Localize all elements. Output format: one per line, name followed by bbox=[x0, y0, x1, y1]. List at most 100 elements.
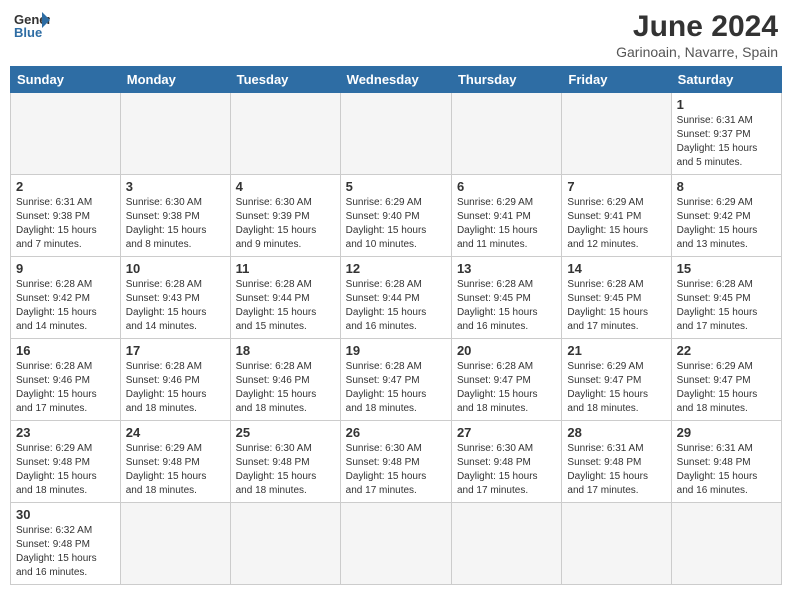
week-row-5: 23Sunrise: 6:29 AM Sunset: 9:48 PM Dayli… bbox=[11, 421, 782, 503]
page-header: General Blue June 2024 Garinoain, Navarr… bbox=[10, 10, 782, 60]
day-number: 13 bbox=[457, 261, 556, 276]
calendar-cell: 18 Sunrise: 6:28 AM Sunset: 9:46 PM Dayli… bbox=[230, 339, 340, 421]
day-info: Sunrise: 6:29 AM Sunset: 9:47 PM Dayligh… bbox=[567, 360, 665, 416]
day-number: 3 bbox=[126, 179, 225, 194]
calendar-cell: 3Sunrise: 6:30 AM Sunset: 9:38 PM Daylig… bbox=[120, 175, 230, 257]
day-info: Sunrise: 6:31 AM Sunset: 9:38 PM Dayligh… bbox=[16, 196, 115, 252]
day-info: Sunrise: 6:29 AM Sunset: 9:42 PM Dayligh… bbox=[677, 196, 776, 252]
calendar-cell: 21 Sunrise: 6:29 AM Sunset: 9:47 PM Dayli… bbox=[562, 339, 671, 421]
day-info: Sunrise: 6:28 AM Sunset: 9:45 PM Dayligh… bbox=[567, 278, 665, 334]
calendar-cell: 25Sunrise: 6:30 AM Sunset: 9:48 PM Dayli… bbox=[230, 421, 340, 503]
calendar-cell bbox=[120, 503, 230, 585]
weekday-header-wednesday: Wednesday bbox=[340, 67, 451, 93]
weekday-header-sunday: Sunday bbox=[11, 67, 121, 93]
day-number: 12 bbox=[346, 261, 446, 276]
day-number: 11 bbox=[236, 261, 335, 276]
calendar-cell: 4Sunrise: 6:30 AM Sunset: 9:39 PM Daylig… bbox=[230, 175, 340, 257]
day-number: 25 bbox=[236, 425, 335, 440]
weekday-header-thursday: Thursday bbox=[451, 67, 561, 93]
day-info: Sunrise: 6:28 AM Sunset: 9:47 PM Dayligh… bbox=[346, 360, 446, 416]
day-info: Sunrise: 6:29 AM Sunset: 9:41 PM Dayligh… bbox=[567, 196, 665, 252]
calendar-cell: 11 Sunrise: 6:28 AM Sunset: 9:44 PM Dayli… bbox=[230, 257, 340, 339]
calendar-table: SundayMondayTuesdayWednesdayThursdayFrid… bbox=[10, 66, 782, 585]
day-info: Sunrise: 6:31 AM Sunset: 9:48 PM Dayligh… bbox=[677, 442, 776, 498]
calendar-cell: 26 Sunrise: 6:30 AM Sunset: 9:48 PM Dayli… bbox=[340, 421, 451, 503]
calendar-cell: 7 Sunrise: 6:29 AM Sunset: 9:41 PM Daylig… bbox=[562, 175, 671, 257]
week-row-6: 30 Sunrise: 6:32 AM Sunset: 9:48 PM Dayli… bbox=[11, 503, 782, 585]
day-info: Sunrise: 6:29 AM Sunset: 9:48 PM Dayligh… bbox=[126, 442, 225, 498]
calendar-cell bbox=[230, 503, 340, 585]
day-number: 17 bbox=[126, 343, 225, 358]
day-info: Sunrise: 6:28 AM Sunset: 9:46 PM Dayligh… bbox=[236, 360, 335, 416]
title-block: June 2024 Garinoain, Navarre, Spain bbox=[616, 10, 778, 60]
day-info: Sunrise: 6:30 AM Sunset: 9:39 PM Dayligh… bbox=[236, 196, 335, 252]
calendar-cell: 28 Sunrise: 6:31 AM Sunset: 9:48 PM Dayli… bbox=[562, 421, 671, 503]
week-row-3: 9 Sunrise: 6:28 AM Sunset: 9:42 PM Daylig… bbox=[11, 257, 782, 339]
calendar-cell bbox=[562, 93, 671, 175]
day-info: Sunrise: 6:28 AM Sunset: 9:42 PM Dayligh… bbox=[16, 278, 115, 334]
calendar-cell: 16Sunrise: 6:28 AM Sunset: 9:46 PM Dayli… bbox=[11, 339, 121, 421]
calendar-cell: 15 Sunrise: 6:28 AM Sunset: 9:45 PM Dayli… bbox=[671, 257, 781, 339]
weekday-header-tuesday: Tuesday bbox=[230, 67, 340, 93]
day-number: 15 bbox=[677, 261, 776, 276]
weekday-header-monday: Monday bbox=[120, 67, 230, 93]
weekday-header-saturday: Saturday bbox=[671, 67, 781, 93]
day-info: Sunrise: 6:29 AM Sunset: 9:47 PM Dayligh… bbox=[677, 360, 776, 416]
calendar-cell: 20Sunrise: 6:28 AM Sunset: 9:47 PM Dayli… bbox=[451, 339, 561, 421]
day-info: Sunrise: 6:30 AM Sunset: 9:48 PM Dayligh… bbox=[346, 442, 446, 498]
calendar-cell: 10 Sunrise: 6:28 AM Sunset: 9:43 PM Dayli… bbox=[120, 257, 230, 339]
day-number: 9 bbox=[16, 261, 115, 276]
day-info: Sunrise: 6:31 AM Sunset: 9:48 PM Dayligh… bbox=[567, 442, 665, 498]
weekday-header-row: SundayMondayTuesdayWednesdayThursdayFrid… bbox=[11, 67, 782, 93]
calendar-cell: 9 Sunrise: 6:28 AM Sunset: 9:42 PM Daylig… bbox=[11, 257, 121, 339]
day-info: Sunrise: 6:32 AM Sunset: 9:48 PM Dayligh… bbox=[16, 524, 115, 580]
calendar-cell bbox=[340, 503, 451, 585]
week-row-4: 16Sunrise: 6:28 AM Sunset: 9:46 PM Dayli… bbox=[11, 339, 782, 421]
generalblue-logo-icon: General Blue bbox=[14, 10, 50, 40]
day-number: 2 bbox=[16, 179, 115, 194]
calendar-cell bbox=[340, 93, 451, 175]
calendar-title: June 2024 bbox=[616, 10, 778, 44]
calendar-cell: 23Sunrise: 6:29 AM Sunset: 9:48 PM Dayli… bbox=[11, 421, 121, 503]
calendar-cell: 5 Sunrise: 6:29 AM Sunset: 9:40 PM Daylig… bbox=[340, 175, 451, 257]
calendar-cell: 19 Sunrise: 6:28 AM Sunset: 9:47 PM Dayli… bbox=[340, 339, 451, 421]
day-info: Sunrise: 6:29 AM Sunset: 9:48 PM Dayligh… bbox=[16, 442, 115, 498]
logo: General Blue bbox=[14, 10, 50, 40]
day-info: Sunrise: 6:28 AM Sunset: 9:46 PM Dayligh… bbox=[126, 360, 225, 416]
weekday-header-friday: Friday bbox=[562, 67, 671, 93]
day-number: 30 bbox=[16, 507, 115, 522]
calendar-cell bbox=[451, 503, 561, 585]
day-info: Sunrise: 6:28 AM Sunset: 9:44 PM Dayligh… bbox=[236, 278, 335, 334]
calendar-cell: 29 Sunrise: 6:31 AM Sunset: 9:48 PM Dayli… bbox=[671, 421, 781, 503]
day-number: 19 bbox=[346, 343, 446, 358]
day-info: Sunrise: 6:28 AM Sunset: 9:47 PM Dayligh… bbox=[457, 360, 556, 416]
day-info: Sunrise: 6:28 AM Sunset: 9:45 PM Dayligh… bbox=[677, 278, 776, 334]
day-number: 10 bbox=[126, 261, 225, 276]
day-number: 28 bbox=[567, 425, 665, 440]
day-number: 26 bbox=[346, 425, 446, 440]
day-info: Sunrise: 6:30 AM Sunset: 9:48 PM Dayligh… bbox=[457, 442, 556, 498]
calendar-cell: 2 Sunrise: 6:31 AM Sunset: 9:38 PM Daylig… bbox=[11, 175, 121, 257]
day-number: 24 bbox=[126, 425, 225, 440]
day-number: 1 bbox=[677, 97, 776, 112]
day-number: 8 bbox=[677, 179, 776, 194]
calendar-cell: 14 Sunrise: 6:28 AM Sunset: 9:45 PM Dayli… bbox=[562, 257, 671, 339]
day-info: Sunrise: 6:28 AM Sunset: 9:46 PM Dayligh… bbox=[16, 360, 115, 416]
day-number: 5 bbox=[346, 179, 446, 194]
calendar-cell: 30 Sunrise: 6:32 AM Sunset: 9:48 PM Dayli… bbox=[11, 503, 121, 585]
day-info: Sunrise: 6:28 AM Sunset: 9:43 PM Dayligh… bbox=[126, 278, 225, 334]
day-info: Sunrise: 6:29 AM Sunset: 9:40 PM Dayligh… bbox=[346, 196, 446, 252]
day-number: 14 bbox=[567, 261, 665, 276]
week-row-1: 1Sunrise: 6:31 AM Sunset: 9:37 PM Daylig… bbox=[11, 93, 782, 175]
calendar-cell: 27Sunrise: 6:30 AM Sunset: 9:48 PM Dayli… bbox=[451, 421, 561, 503]
day-number: 21 bbox=[567, 343, 665, 358]
day-info: Sunrise: 6:29 AM Sunset: 9:41 PM Dayligh… bbox=[457, 196, 556, 252]
day-number: 29 bbox=[677, 425, 776, 440]
calendar-cell bbox=[451, 93, 561, 175]
calendar-cell: 6Sunrise: 6:29 AM Sunset: 9:41 PM Daylig… bbox=[451, 175, 561, 257]
day-number: 22 bbox=[677, 343, 776, 358]
calendar-cell bbox=[11, 93, 121, 175]
day-number: 7 bbox=[567, 179, 665, 194]
day-number: 18 bbox=[236, 343, 335, 358]
calendar-cell: 8 Sunrise: 6:29 AM Sunset: 9:42 PM Daylig… bbox=[671, 175, 781, 257]
